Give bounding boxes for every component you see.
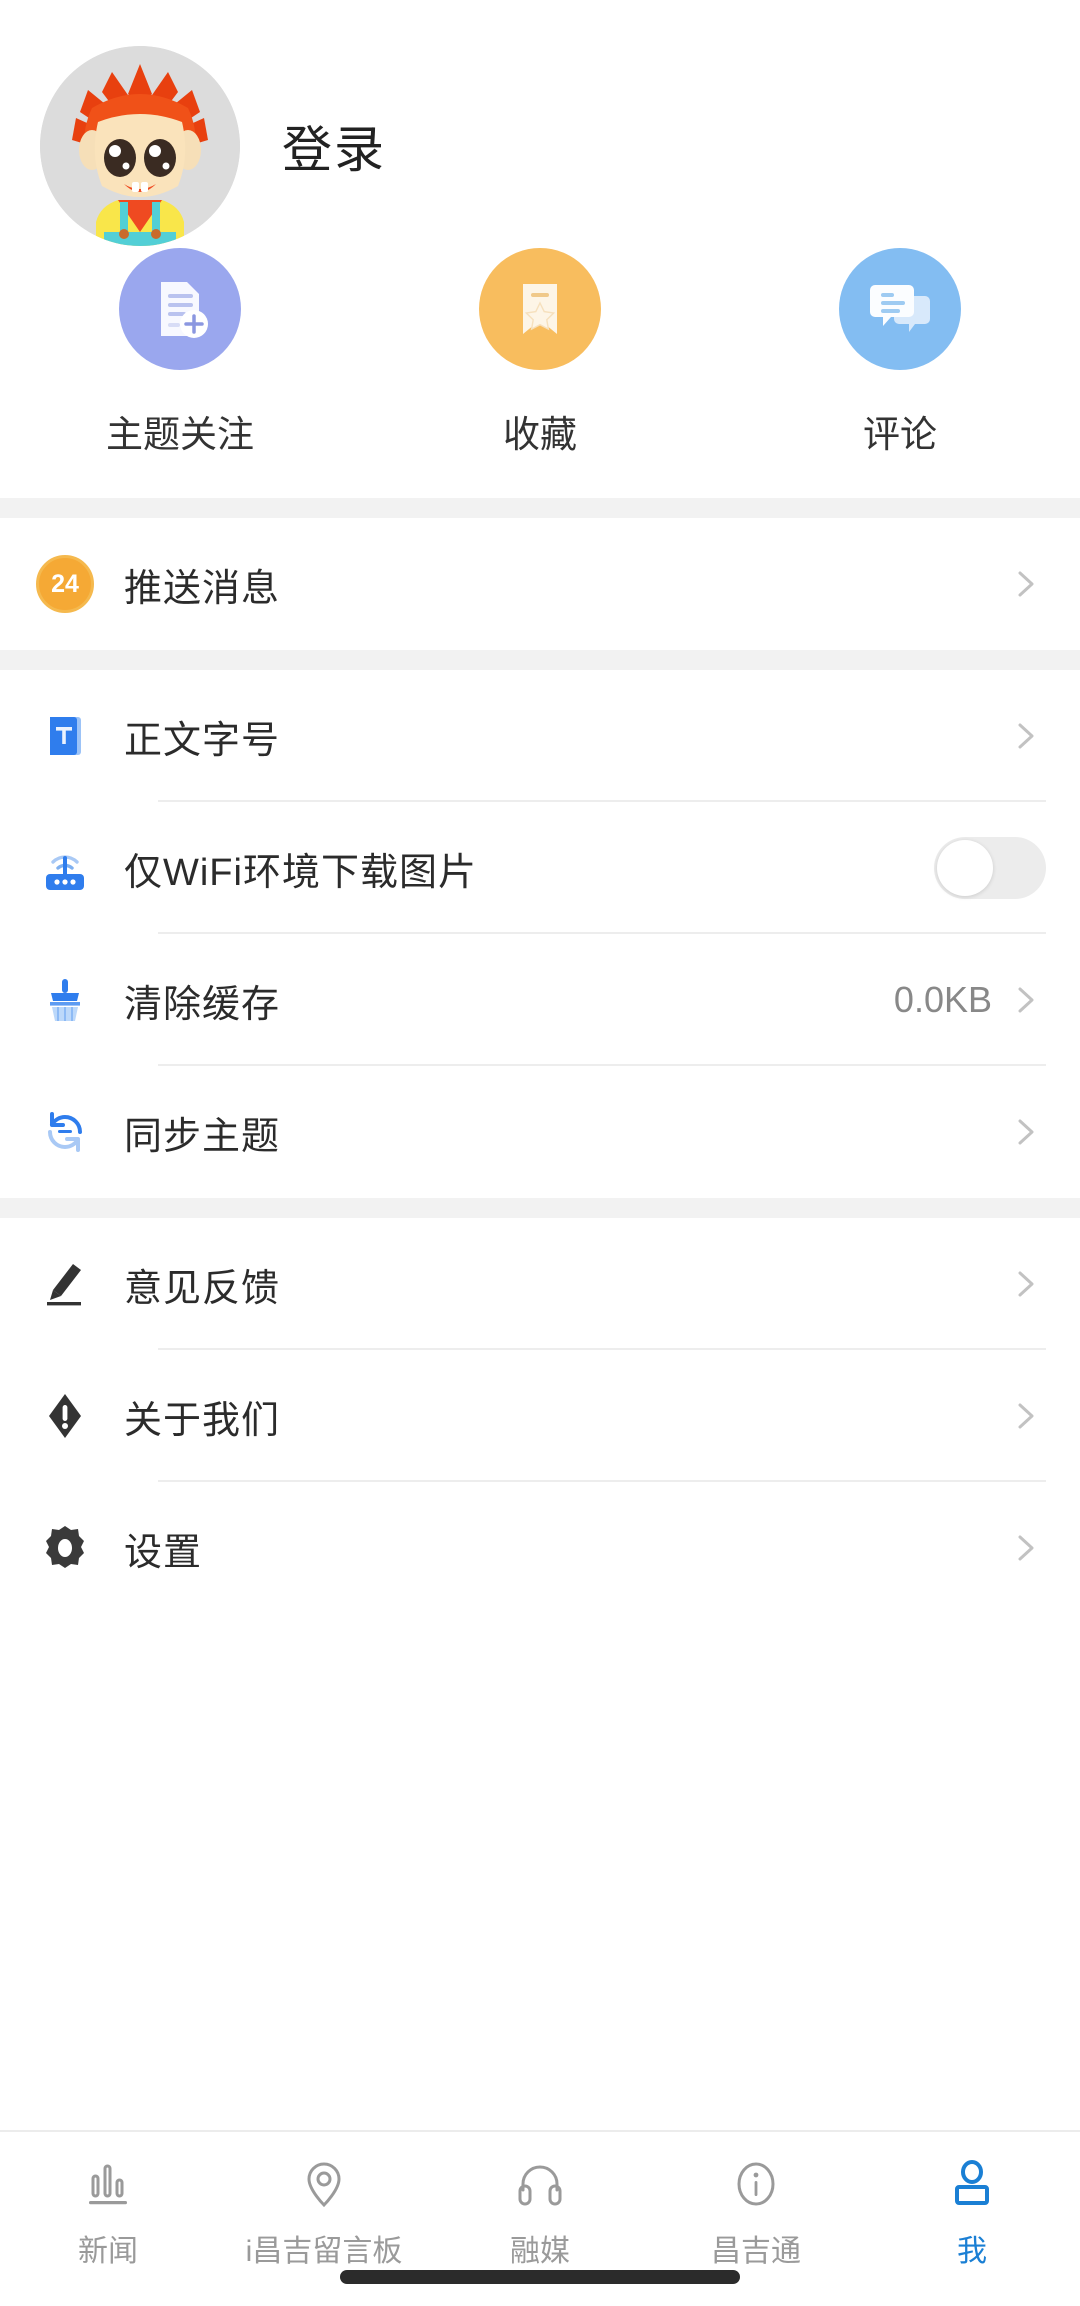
sync-refresh-icon xyxy=(34,1101,96,1163)
row-label: 意见反馈 xyxy=(124,1267,281,1310)
broom-clean-icon xyxy=(34,969,96,1031)
row-push-messages[interactable]: 24 推送消息 xyxy=(0,518,1080,650)
row-sync-theme[interactable]: 同步主题 xyxy=(0,1066,1080,1198)
section-divider xyxy=(0,498,1080,518)
tab-label: i昌吉留言板 xyxy=(245,2235,403,2268)
quick-action-favorite[interactable]: 收藏 xyxy=(360,248,720,458)
wifi-router-icon xyxy=(34,837,96,899)
pencil-icon xyxy=(34,1253,96,1315)
document-add-icon xyxy=(119,248,241,370)
row-wifi-only-images[interactable]: 仅WiFi环境下载图片 xyxy=(0,802,1080,934)
tab-label: 融媒 xyxy=(510,2235,570,2268)
section-preferences: 正文字号 仅WiFi环境下载图片 清除缓存 0.0KB 同步主题 xyxy=(0,670,1080,1198)
comments-icon xyxy=(839,248,961,370)
quick-action-comment[interactable]: 评论 xyxy=(720,248,1080,458)
chevron-right-icon xyxy=(1008,1399,1042,1433)
bookmark-star-icon xyxy=(479,248,601,370)
chevron-right-icon xyxy=(1008,983,1042,1017)
toggle-knob xyxy=(937,840,993,896)
profile-screen: 登录 主题关注 收藏 评论 24 推送消息 正文字号 仅WiFi环境下载图片 清… xyxy=(0,0,1080,2306)
row-text-size[interactable]: 正文字号 xyxy=(0,670,1080,802)
profile-header[interactable]: 登录 xyxy=(0,0,1080,246)
chevron-right-icon xyxy=(1008,1115,1042,1149)
mascot-avatar-icon xyxy=(40,46,240,246)
row-clear-cache[interactable]: 清除缓存 0.0KB xyxy=(0,934,1080,1066)
tab-label: 昌吉通 xyxy=(711,2235,801,2268)
chevron-right-icon xyxy=(1008,567,1042,601)
row-label: 推送消息 xyxy=(124,567,281,610)
tab-label: 我 xyxy=(957,2235,987,2268)
section-messages: 24 推送消息 xyxy=(0,518,1080,650)
avatar[interactable] xyxy=(40,46,240,246)
badge-24-icon: 24 xyxy=(34,553,96,615)
row-label: 清除缓存 xyxy=(124,983,281,1026)
info-circle-icon xyxy=(727,2154,785,2216)
section-divider xyxy=(0,1198,1080,1218)
location-pin-icon xyxy=(295,2154,353,2216)
chevron-right-icon xyxy=(1008,1531,1042,1565)
gear-icon xyxy=(34,1517,96,1579)
cache-size-value: 0.0KB xyxy=(893,979,992,1020)
row-about-us[interactable]: 关于我们 xyxy=(0,1350,1080,1482)
exclamation-diamond-icon xyxy=(34,1385,96,1447)
row-label: 关于我们 xyxy=(124,1399,281,1442)
tab-changjitong[interactable]: 昌吉通 xyxy=(648,2154,864,2270)
row-label: 同步主题 xyxy=(124,1115,281,1158)
tab-media[interactable]: 融媒 xyxy=(432,2154,648,2270)
section-divider xyxy=(0,650,1080,670)
news-bars-icon xyxy=(79,2154,137,2216)
row-feedback[interactable]: 意见反馈 xyxy=(0,1218,1080,1350)
content-filler xyxy=(0,1614,1080,2130)
row-settings[interactable]: 设置 xyxy=(0,1482,1080,1614)
home-indicator xyxy=(340,2270,740,2284)
tab-profile[interactable]: 我 xyxy=(864,2154,1080,2270)
section-about: 意见反馈 关于我们 设置 xyxy=(0,1218,1080,1614)
bottom-tabbar: 新闻 i昌吉留言板 融媒 昌吉通 我 xyxy=(0,2130,1080,2306)
row-label: 设置 xyxy=(124,1531,203,1574)
quick-action-follow[interactable]: 主题关注 xyxy=(0,248,360,458)
chevron-right-icon xyxy=(1008,1267,1042,1301)
tab-label: 新闻 xyxy=(78,2235,138,2268)
badge-count: 24 xyxy=(36,555,94,613)
row-label: 正文字号 xyxy=(124,719,281,762)
quick-actions: 主题关注 收藏 评论 xyxy=(0,230,1080,498)
quick-action-label: 主题关注 xyxy=(106,414,254,455)
row-label: 仅WiFi环境下载图片 xyxy=(124,851,477,894)
quick-action-label: 收藏 xyxy=(503,414,577,455)
person-icon xyxy=(943,2154,1001,2216)
tab-message-board[interactable]: i昌吉留言板 xyxy=(216,2154,432,2270)
quick-action-label: 评论 xyxy=(863,414,937,455)
login-label[interactable]: 登录 xyxy=(282,110,386,182)
chevron-right-icon xyxy=(1008,719,1042,753)
tab-news[interactable]: 新闻 xyxy=(0,2154,216,2270)
wifi-only-toggle[interactable] xyxy=(934,837,1046,899)
text-size-book-icon xyxy=(34,705,96,767)
headphones-icon xyxy=(511,2154,569,2216)
